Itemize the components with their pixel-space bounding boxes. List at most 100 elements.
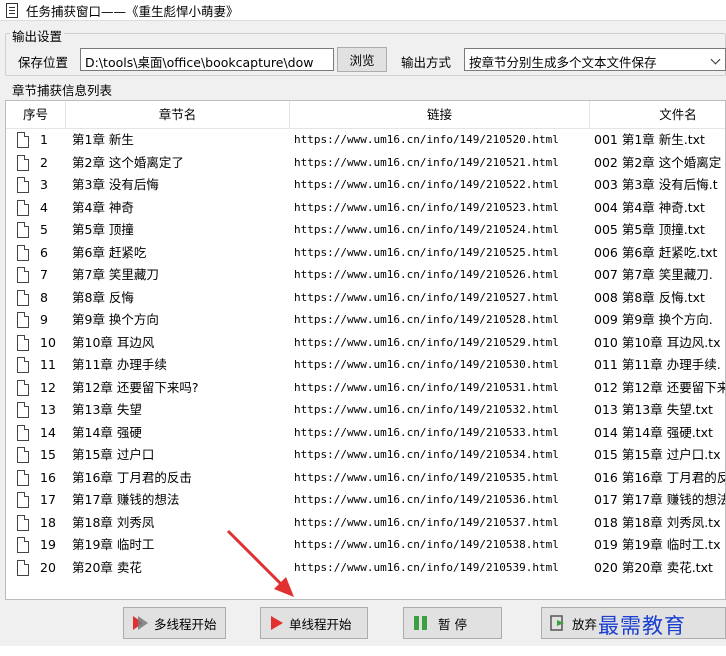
cell-url: https://www.um16.cn/info/149/210527.html xyxy=(294,290,559,304)
chapter-table[interactable]: 序号 章节名 链接 文件名 1 第1章 新生 https://www.um16.cn… xyxy=(5,100,726,600)
cell-chapter-name: 第6章 赶紧吃 xyxy=(72,244,147,260)
document-icon xyxy=(17,132,29,148)
cell-url: https://www.um16.cn/info/149/210536.html xyxy=(294,493,559,506)
cell-url: https://www.um16.cn/info/149/210537.html xyxy=(294,515,559,529)
cell-file-name: 018 第18章 刘秀凤.tx xyxy=(594,514,721,530)
document-icon xyxy=(17,402,29,418)
table-row[interactable]: 11 第11章 办理手续 https://www.um16.cn/info/149/… xyxy=(6,354,725,377)
table-row[interactable]: 2 第2章 这个婚离定了 https://www.um16.cn/info/149/… xyxy=(6,152,725,175)
table-row[interactable]: 19 第19章 临时工 https://www.um16.cn/info/149/2… xyxy=(6,534,725,557)
table-row[interactable]: 12 第12章 还要留下来吗? https://www.um16.cn/info/1… xyxy=(6,377,726,400)
cell-no: 10 xyxy=(40,334,56,350)
table-row[interactable]: 20 第20章 卖花 https://www.um16.cn/info/149/21… xyxy=(6,557,725,580)
table-row[interactable]: 1 第1章 新生 https://www.um16.cn/info/149/2105… xyxy=(6,129,725,152)
table-row[interactable]: 9 第9章 换个方向 https://www.um16.cn/info/149/21… xyxy=(6,309,725,332)
cell-url: https://www.um16.cn/info/149/210538.html xyxy=(294,538,559,551)
table-row[interactable]: 8 第8章 反悔 https://www.um16.cn/info/149/2105… xyxy=(6,287,725,310)
cell-url: https://www.um16.cn/info/149/210530.html xyxy=(294,358,559,371)
document-icon xyxy=(17,559,29,576)
document-icon xyxy=(17,379,29,396)
table-row[interactable]: 6 第6章 赶紧吃 https://www.um16.cn/info/149/210… xyxy=(6,242,725,265)
cell-chapter-name: 第14章 强硬 xyxy=(72,424,142,440)
cell-file-name: 015 第15章 过户口.tx xyxy=(594,447,721,462)
pause-label: 暂 停 xyxy=(438,616,467,632)
cell-url: https://www.um16.cn/info/149/210524.html xyxy=(294,223,559,236)
column-header-url[interactable]: 链接 xyxy=(290,101,590,129)
document-icon xyxy=(17,357,29,373)
table-row[interactable]: 17 第17章 赚钱的想法 https://www.um16.cn/info/149… xyxy=(6,489,725,512)
app-icon xyxy=(6,2,18,18)
cell-no: 16 xyxy=(40,469,56,485)
cell-no: 18 xyxy=(40,514,56,530)
table-row[interactable]: 13 第13章 失望 https://www.um16.cn/info/149/21… xyxy=(6,399,725,422)
cell-no: 15 xyxy=(40,447,56,462)
cell-no: 8 xyxy=(40,289,48,305)
table-row[interactable]: 16 第16章 丁月君的反击 https://www.um16.cn/info/14… xyxy=(6,467,725,490)
single-thread-label: 单线程开始 xyxy=(289,616,352,632)
annotation-arrow-icon xyxy=(226,529,294,597)
document-icon xyxy=(17,469,29,486)
cell-no: 12 xyxy=(40,379,56,395)
cell-no: 14 xyxy=(40,424,56,440)
save-location-label: 保存位置 xyxy=(18,55,69,70)
cell-file-name: 011 第11章 办理手续. xyxy=(594,357,721,372)
cell-url: https://www.um16.cn/info/149/210533.html xyxy=(294,425,559,439)
cell-file-name: 009 第9章 换个方向. xyxy=(594,312,713,327)
cell-chapter-name: 第13章 失望 xyxy=(72,402,142,417)
single-thread-start-button[interactable]: 单线程开始 xyxy=(260,607,368,639)
table-row[interactable]: 3 第3章 没有后悔 https://www.um16.cn/info/149/21… xyxy=(6,174,725,197)
cell-file-name: 002 第2章 这个婚离定 xyxy=(594,154,722,170)
cell-file-name: 008 第8章 反悔.txt xyxy=(594,289,705,305)
document-icon xyxy=(17,447,29,463)
cell-no: 9 xyxy=(40,312,48,327)
cell-chapter-name: 第11章 办理手续 xyxy=(72,357,167,372)
cell-chapter-name: 第8章 反悔 xyxy=(72,289,134,305)
cell-no: 19 xyxy=(40,537,56,552)
cell-file-name: 005 第5章 顶撞.txt xyxy=(594,222,705,237)
column-header-no[interactable]: 序号 xyxy=(6,101,66,129)
window-title: 任务捕获窗口——《重生彪悍小萌妻》 xyxy=(26,3,239,19)
table-row[interactable]: 18 第18章 刘秀凤 https://www.um16.cn/info/149/2… xyxy=(6,512,725,535)
document-icon xyxy=(17,289,29,306)
table-header: 序号 章节名 链接 文件名 xyxy=(6,101,725,129)
save-path-field[interactable]: D:\tools\桌面\office\bookcapture\dow xyxy=(80,48,334,71)
document-icon xyxy=(17,199,29,216)
chevron-down-icon xyxy=(710,54,721,65)
cell-no: 4 xyxy=(40,199,48,215)
cell-chapter-name: 第7章 笑里藏刀 xyxy=(72,267,159,282)
cell-no: 20 xyxy=(40,559,56,575)
cell-file-name: 006 第6章 赶紧吃.txt xyxy=(594,244,718,260)
cell-chapter-name: 第9章 换个方向 xyxy=(72,312,159,327)
cell-url: https://www.um16.cn/info/149/210535.html xyxy=(294,470,559,484)
cell-file-name: 014 第14章 强硬.txt xyxy=(594,424,713,440)
cell-url: https://www.um16.cn/info/149/210520.html xyxy=(294,133,559,146)
output-mode-value: 按章节分别生成多个文本文件保存 xyxy=(469,55,657,70)
table-row[interactable]: 4 第4章 神奇 https://www.um16.cn/info/149/2105… xyxy=(6,197,725,220)
table-row[interactable]: 15 第15章 过户口 https://www.um16.cn/info/149/2… xyxy=(6,444,725,467)
cell-chapter-name: 第1章 新生 xyxy=(72,132,134,147)
browse-button[interactable]: 浏览 xyxy=(337,47,387,72)
table-row[interactable]: 10 第10章 耳边风 https://www.um16.cn/info/149/2… xyxy=(6,332,725,355)
cell-no: 6 xyxy=(40,244,48,260)
cell-file-name: 012 第12章 还要留下来 xyxy=(594,379,726,395)
table-row[interactable]: 14 第14章 强硬 https://www.um16.cn/info/149/21… xyxy=(6,422,725,445)
cell-url: https://www.um16.cn/info/149/210531.html xyxy=(294,380,559,394)
exit-icon xyxy=(550,615,564,631)
cell-file-name: 019 第19章 临时工.tx xyxy=(594,537,721,552)
title-bar: 任务捕获窗口——《重生彪悍小萌妻》 xyxy=(0,0,726,21)
output-mode-select[interactable]: 按章节分别生成多个文本文件保存 xyxy=(464,48,726,71)
cell-file-name: 001 第1章 新生.txt xyxy=(594,132,705,147)
pause-button[interactable]: 暂 停 xyxy=(403,607,502,639)
cell-no: 17 xyxy=(40,492,56,507)
table-row[interactable]: 5 第5章 顶撞 https://www.um16.cn/info/149/2105… xyxy=(6,219,725,242)
column-header-file[interactable]: 文件名 xyxy=(590,101,725,129)
multi-thread-start-button[interactable]: 多线程开始 xyxy=(123,607,226,639)
document-icon xyxy=(17,154,29,171)
cell-chapter-name: 第3章 没有后悔 xyxy=(72,177,159,192)
table-row[interactable]: 7 第7章 笑里藏刀 https://www.um16.cn/info/149/21… xyxy=(6,264,725,287)
cell-chapter-name: 第4章 神奇 xyxy=(72,199,134,215)
column-header-name[interactable]: 章节名 xyxy=(66,101,290,129)
cell-file-name: 004 第4章 神奇.txt xyxy=(594,199,705,215)
document-icon xyxy=(17,334,29,351)
cell-chapter-name: 第16章 丁月君的反击 xyxy=(72,469,192,485)
